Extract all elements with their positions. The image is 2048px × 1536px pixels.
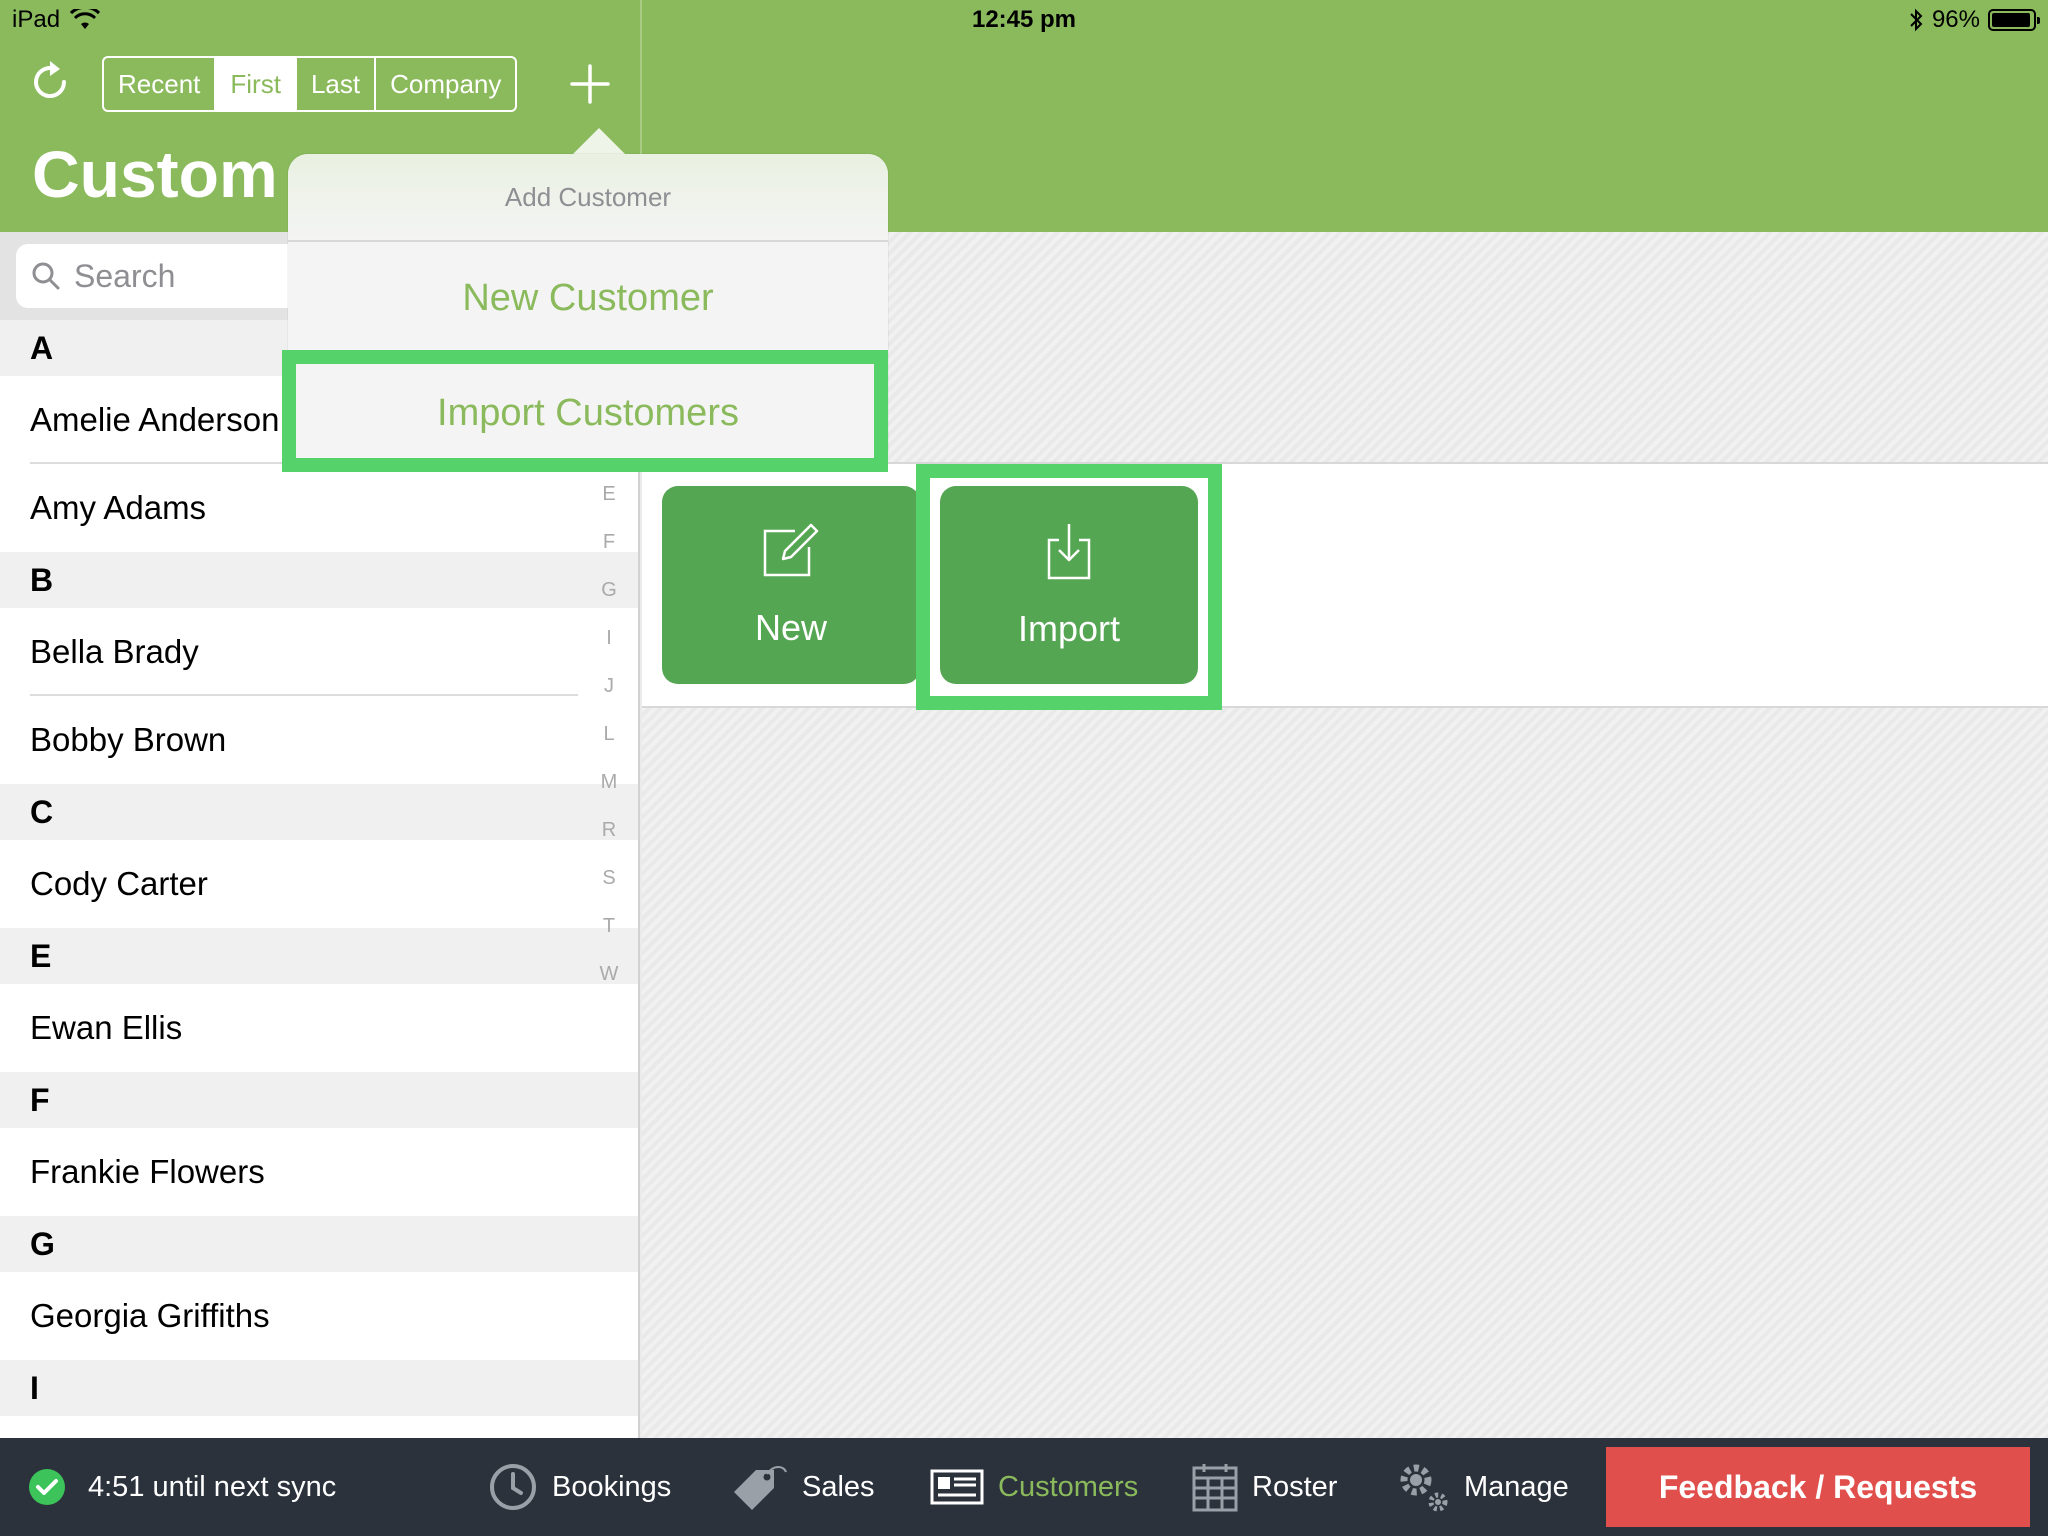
calendar-icon — [1192, 1464, 1238, 1512]
customer-row[interactable]: Frankie Flowers — [0, 1128, 638, 1216]
customer-row[interactable]: Cody Carter — [0, 840, 638, 928]
customer-row[interactable]: Bella Brady — [0, 608, 638, 696]
customer-row[interactable]: Amy Adams — [0, 464, 638, 552]
bottom-tab-bar: 4:51 until next sync Bookings Sales Cust… — [0, 1438, 2048, 1536]
popover-title: Add Customer — [288, 154, 888, 242]
index-letter[interactable]: T — [603, 902, 615, 950]
customer-list: A Amelie Anderson Amy Adams B Bella Brady Bob… — [0, 320, 638, 1416]
customer-row[interactable]: Bobby Brown — [0, 696, 638, 784]
index-letter[interactable]: W — [600, 950, 619, 998]
status-time: 12:45 pm — [971, 6, 1077, 33]
tab-roster[interactable]: Roster — [1192, 1438, 1337, 1536]
index-letter[interactable]: J — [604, 662, 614, 710]
section-header: I — [0, 1360, 638, 1416]
search-icon — [32, 262, 60, 290]
import-button-highlight — [916, 464, 1222, 710]
battery-percent: 96% — [1931, 6, 1980, 33]
refresh-icon[interactable] — [24, 56, 76, 108]
index-letter[interactable]: E — [602, 470, 615, 518]
check-circle-icon — [29, 1469, 65, 1505]
index-letter[interactable]: L — [603, 710, 614, 758]
tab-sales[interactable]: Sales — [730, 1438, 875, 1536]
feedback-requests-button[interactable]: Feedback / Requests — [1606, 1447, 2030, 1527]
section-header: G — [0, 1216, 638, 1272]
index-letter[interactable]: S — [602, 854, 615, 902]
segment-recent[interactable]: Recent — [104, 58, 217, 110]
tab-manage-label: Manage — [1464, 1470, 1569, 1503]
battery-icon — [1988, 9, 2040, 31]
index-letter[interactable]: F — [603, 518, 615, 566]
clock-icon — [490, 1464, 536, 1510]
contact-cards-icon — [930, 1469, 984, 1505]
tab-customers-label: Customers — [998, 1470, 1139, 1503]
tab-sales-label: Sales — [802, 1470, 875, 1503]
new-customer-button[interactable]: New — [662, 486, 920, 684]
sync-status: 4:51 until next sync — [28, 1438, 336, 1536]
tab-customers[interactable]: Customers — [930, 1438, 1138, 1536]
customer-row[interactable]: Georgia Griffiths — [0, 1272, 638, 1360]
index-letter[interactable]: I — [606, 614, 612, 662]
segment-first[interactable]: First — [216, 58, 297, 110]
import-option-highlight — [282, 350, 888, 472]
new-customer-option[interactable]: New Customer — [288, 242, 888, 356]
index-letter[interactable]: G — [601, 566, 617, 614]
gears-icon — [1400, 1464, 1448, 1512]
status-right: 96% — [1908, 6, 2040, 34]
sort-segmented-control: Recent First Last Company — [102, 56, 518, 112]
customer-row[interactable]: Ewan Ellis — [0, 984, 638, 1072]
new-button-label: New — [754, 607, 828, 648]
popover-arrow — [571, 128, 627, 156]
tab-bookings-label: Bookings — [552, 1470, 672, 1503]
sync-text: 4:51 until next sync — [88, 1470, 337, 1503]
price-tag-icon — [734, 1466, 787, 1510]
tab-roster-label: Roster — [1252, 1470, 1338, 1503]
section-header: B — [0, 552, 638, 608]
index-letter[interactable]: R — [602, 806, 616, 854]
tab-manage[interactable]: Manage — [1394, 1438, 1569, 1536]
index-letter[interactable]: M — [601, 758, 618, 806]
segment-company[interactable]: Company — [376, 58, 515, 110]
page-title-left: Custom — [32, 137, 278, 211]
battery-fill — [1992, 13, 2031, 27]
add-icon[interactable] — [566, 60, 614, 108]
section-header: E — [0, 928, 638, 984]
segment-last[interactable]: Last — [297, 58, 377, 110]
compose-icon — [763, 523, 819, 577]
section-header: F — [0, 1072, 638, 1128]
section-header: C — [0, 784, 638, 840]
action-band: New Import — [642, 462, 2048, 708]
tab-bookings[interactable]: Bookings — [488, 1438, 671, 1536]
bluetooth-icon — [1910, 8, 1923, 32]
